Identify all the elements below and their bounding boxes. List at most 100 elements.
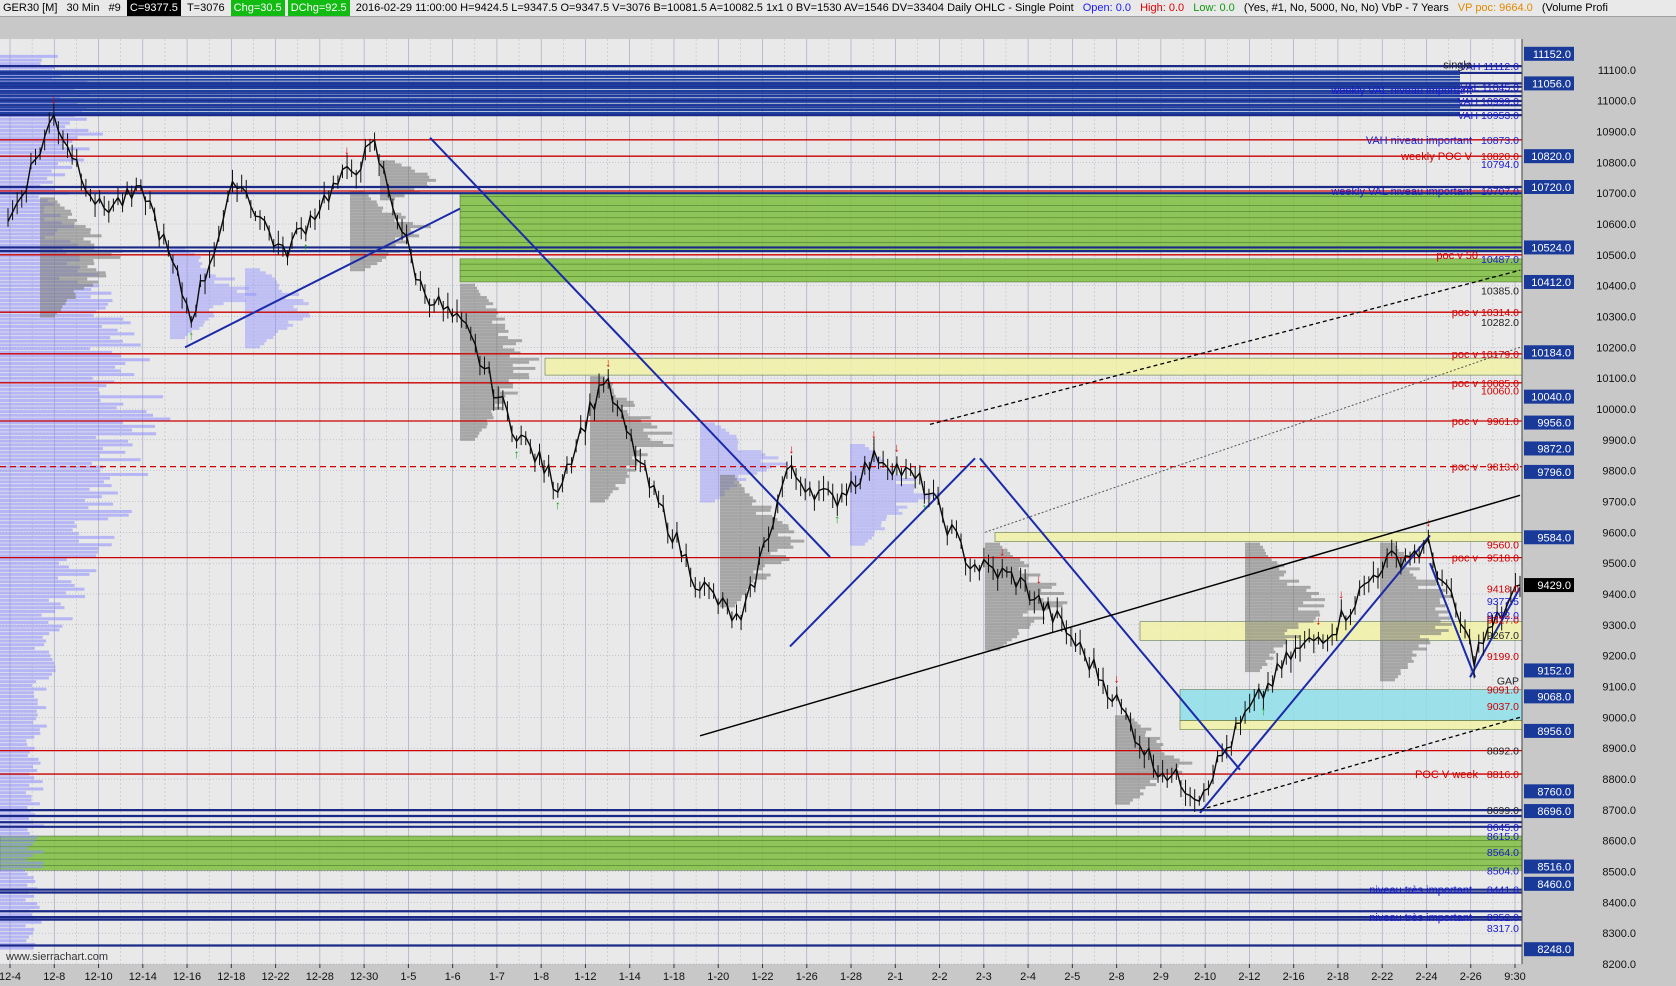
session-profile-bar	[700, 459, 761, 463]
session-profile-bar	[1380, 607, 1436, 611]
volume-profile-bar	[0, 798, 32, 802]
volume-profile-bar	[0, 828, 28, 832]
volume-profile-bar	[0, 439, 129, 443]
volume-profile-bar	[0, 768, 38, 772]
volume-profile-bar	[0, 854, 33, 858]
volume-profile-bar	[0, 517, 109, 521]
volume-profile-bar	[0, 643, 45, 647]
bar-number-label: #9	[108, 2, 121, 14]
session-profile-bar	[460, 403, 496, 407]
session-profile-bar	[985, 585, 1052, 589]
session-profile-bar	[380, 194, 405, 198]
level-label: 9518.0	[1487, 553, 1519, 565]
session-profile-bar	[985, 610, 1028, 614]
session-profile-bar	[1380, 604, 1446, 608]
session-profile-bar	[590, 440, 664, 444]
session-profile-bar	[460, 400, 505, 404]
price-badge-label: 11056.0	[1532, 78, 1571, 90]
session-profile-bar	[985, 616, 1045, 620]
session-profile-bar	[40, 268, 97, 272]
session-profile-bar	[720, 499, 756, 503]
chart-header-bar: GER30 [M] 30 Min #9 C=9377.5 T=3076 Chg=…	[0, 0, 1676, 17]
session-profile-bar	[40, 203, 61, 207]
timeframe-label[interactable]: 30 Min	[63, 0, 102, 16]
level-label: 8615.0	[1487, 831, 1519, 843]
level-annotation: poc v	[1452, 349, 1479, 361]
y-tick-label: 9200.0	[1602, 651, 1636, 663]
volume-profile-bar	[0, 694, 35, 698]
session-profile-bar	[350, 209, 383, 213]
price-chart[interactable]: ↓↑↑↓↑↑↓↓↑↓↓↑↓↓↓↑↓↓↓ VAH 11112.0VAL 11045…	[0, 17, 1676, 986]
y-tick-label: 9400.0	[1602, 589, 1636, 601]
session-profile-bar	[700, 434, 737, 438]
session-profile-bar	[720, 542, 791, 546]
session-profile-bar	[1245, 622, 1299, 626]
session-profile-bar	[1245, 558, 1272, 562]
volume-profile-bar	[0, 469, 101, 473]
y-tick-label: 8800.0	[1602, 774, 1636, 786]
volume-profile-bar	[0, 535, 115, 539]
session-profile-bar	[1115, 789, 1141, 793]
volume-profile-bar	[0, 606, 65, 610]
volume-profile-bar	[0, 406, 117, 410]
volume-profile-bar	[0, 328, 118, 332]
volume-profile-bar	[0, 472, 148, 476]
down-arrow-icon: ↓	[1315, 614, 1321, 628]
session-profile-bar	[850, 481, 896, 484]
symbol-label[interactable]: GER30 [M]	[0, 0, 60, 16]
session-profile-bar	[40, 255, 121, 259]
x-tick-label: 12-8	[43, 971, 65, 983]
session-profile-bar	[850, 468, 893, 472]
session-profile-bar	[590, 499, 605, 503]
session-profile-bar	[380, 166, 412, 170]
session-profile-bar	[170, 259, 199, 262]
level-annotation: weekly VAL niveau important	[1330, 186, 1472, 198]
session-profile-bar	[245, 268, 260, 272]
session-profile-bar	[1245, 610, 1320, 614]
session-profile-bar	[985, 601, 1068, 605]
session-profile-bar	[170, 289, 238, 293]
session-profile-bar	[720, 493, 750, 497]
y-tick-label: 9900.0	[1602, 435, 1636, 447]
session-profile-bar	[460, 339, 523, 343]
session-profile-bar	[40, 289, 74, 293]
volume-profile-bar	[0, 180, 53, 184]
up-arrow-icon: ↑	[188, 328, 194, 342]
y-tick-label: 9700.0	[1602, 497, 1636, 509]
volume-profile-bar	[0, 598, 49, 602]
up-arrow-icon: ↑	[921, 501, 927, 515]
session-profile-bar	[590, 447, 635, 451]
volume-profile-bar	[0, 935, 29, 939]
session-profile-bar	[40, 200, 58, 204]
volume-profile-bar	[0, 587, 85, 591]
session-profile-bar	[460, 391, 518, 395]
x-tick-label: 12-4	[0, 971, 21, 983]
volume-profile-bar	[0, 802, 40, 806]
volume-profile-bar	[0, 387, 99, 391]
session-profile-bar	[985, 619, 1035, 623]
session-profile-bar	[350, 265, 371, 269]
session-profile-bar	[350, 255, 387, 259]
volume-profile-bar	[0, 195, 39, 199]
y-tick-label: 9800.0	[1602, 466, 1636, 478]
x-tick-label: 2-16	[1283, 971, 1305, 983]
session-profile-bar	[350, 203, 378, 207]
price-badge-label: 8760.0	[1537, 786, 1571, 798]
x-tick-label: 2-4	[1020, 971, 1036, 983]
y-tick-label: 11000.0	[1597, 96, 1636, 108]
up-arrow-icon: ↑	[514, 447, 520, 461]
session-profile-bar	[245, 283, 280, 287]
session-profile-bar	[850, 490, 914, 494]
volume-profile-bar	[0, 369, 121, 373]
volume-profile-bar	[0, 572, 90, 576]
price-badge-label: 8956.0	[1537, 726, 1571, 738]
session-profile-bar	[245, 274, 273, 278]
session-profile-bar	[1245, 632, 1285, 636]
volume-profile-bar	[0, 476, 110, 480]
price-badge-label: 8460.0	[1537, 879, 1571, 891]
session-profile-bar	[850, 527, 885, 531]
zone-cyan	[1179, 689, 1523, 721]
y-tick-label: 10500.0	[1596, 250, 1636, 262]
session-profile-bar	[720, 551, 771, 555]
session-profile-bar	[850, 474, 901, 478]
